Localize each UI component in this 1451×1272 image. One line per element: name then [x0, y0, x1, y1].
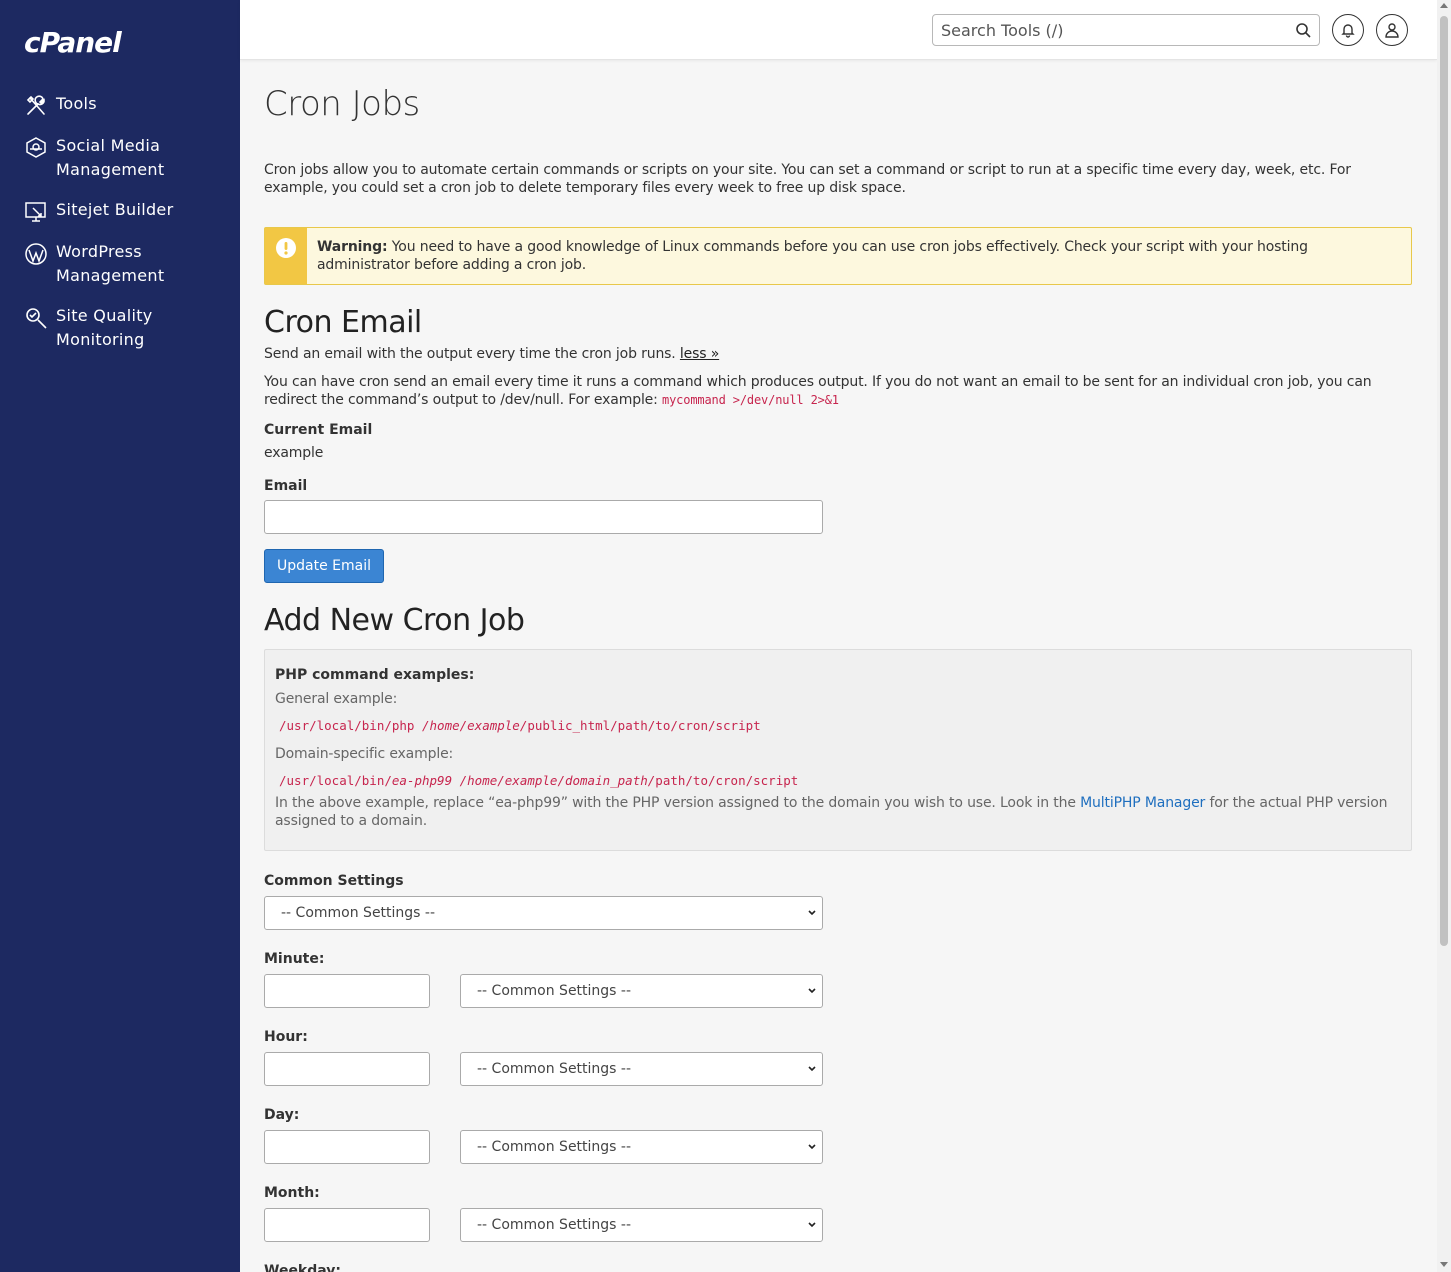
note-text: In the above example, replace “ea-php99”… — [275, 795, 1081, 811]
page-intro: Cron jobs allow you to automate certain … — [264, 162, 1351, 196]
code-segment: /usr/local/bin/php — [279, 718, 422, 733]
redirect-example-code: mycommand >/dev/null 2>&1 — [662, 393, 839, 407]
sitejet-icon — [25, 202, 46, 222]
chevron-down-icon — [808, 1144, 816, 1150]
user-icon — [1385, 23, 1399, 38]
minute-input[interactable] — [264, 974, 430, 1008]
sidebar: cPanel Tools Social Media Management Sit… — [0, 0, 240, 1272]
domain-example-label: Domain-specific example: — [275, 746, 454, 762]
minute-row: -- Common Settings -- — [264, 974, 1412, 1008]
cron-email-long-desc: You can have cron send an email every ti… — [264, 373, 1412, 409]
exclamation-icon — [276, 238, 296, 258]
page-scrollbar[interactable] — [1437, 0, 1451, 1272]
php-examples-panel: PHP command examples: General example: /… — [264, 649, 1412, 851]
day-common-select[interactable]: -- Common Settings -- — [460, 1130, 823, 1164]
cpanel-logo[interactable]: cPanel — [24, 26, 122, 59]
scroll-down-arrow-icon[interactable] — [1440, 1262, 1448, 1267]
common-settings-label: Common Settings — [264, 873, 404, 889]
sidebar-item-label: Sitejet Builder — [56, 200, 174, 219]
magnifier-icon — [26, 308, 47, 329]
common-settings-select[interactable]: -- Common Settings -- — [264, 896, 823, 930]
search-box — [932, 14, 1320, 46]
wordpress-icon — [25, 243, 47, 265]
day-input[interactable] — [264, 1130, 430, 1164]
sidebar-item-site-quality[interactable]: Site Quality Monitoring — [0, 304, 240, 352]
notifications-button[interactable] — [1332, 14, 1364, 46]
hour-input[interactable] — [264, 1052, 430, 1086]
sidebar-nav: Tools Social Media Management Sitejet Bu… — [0, 92, 240, 368]
month-common-select[interactable]: -- Common Settings -- — [460, 1208, 823, 1242]
current-email-label: Current Email — [264, 422, 373, 438]
sidebar-item-social-media[interactable]: Social Media Management — [0, 134, 240, 182]
month-row: -- Common Settings -- — [264, 1208, 1412, 1242]
email-label: Email — [264, 478, 308, 494]
select-value: -- Common Settings -- — [281, 905, 436, 921]
select-value: -- Common Settings -- — [477, 1061, 632, 1077]
php-examples-label: PHP command examples: — [275, 667, 475, 683]
search-input[interactable] — [933, 15, 1273, 45]
scroll-thumb[interactable] — [1440, 16, 1448, 946]
update-email-button[interactable]: Update Email — [264, 549, 384, 583]
social-media-icon — [26, 137, 46, 158]
user-menu-button[interactable] — [1376, 14, 1408, 46]
select-value: -- Common Settings -- — [477, 1217, 632, 1233]
hour-row: -- Common Settings -- — [264, 1052, 1412, 1086]
sidebar-item-label: Social Media Management — [56, 136, 165, 179]
day-row: -- Common Settings -- — [264, 1130, 1412, 1164]
code-segment: /home/example/ — [422, 718, 528, 733]
sidebar-item-sitejet[interactable]: Sitejet Builder — [0, 198, 240, 224]
general-example-code: /usr/local/bin/php /home/example/public_… — [275, 708, 1401, 745]
warning-message: Warning: You need to have a good knowled… — [307, 228, 1411, 284]
month-label: Month: — [264, 1185, 320, 1201]
sidebar-item-label: WordPress Management — [56, 242, 165, 285]
hour-common-select[interactable]: -- Common Settings -- — [460, 1052, 823, 1086]
code-segment: public_html/path/to/cron/script — [527, 718, 761, 733]
multiphp-manager-link[interactable]: MultiPHP Manager — [1080, 795, 1205, 811]
cron-email-desc: Send an email with the output every time… — [264, 345, 1412, 363]
hour-label: Hour: — [264, 1029, 308, 1045]
day-label: Day: — [264, 1107, 300, 1123]
weekday-label: Weekday: — [264, 1263, 342, 1272]
domain-example-code: /usr/local/bin/ea-php99 /home/example/do… — [275, 763, 1401, 794]
sidebar-item-label: Site Quality Monitoring — [56, 306, 153, 349]
minute-label: Minute: — [264, 951, 325, 967]
cron-email-heading: Cron Email — [264, 305, 422, 340]
email-field[interactable] — [264, 500, 823, 534]
month-input[interactable] — [264, 1208, 430, 1242]
cron-email-summary: Send an email with the output every time… — [264, 346, 680, 362]
bell-icon — [1341, 24, 1355, 38]
chevron-down-icon — [808, 910, 816, 916]
sidebar-item-tools[interactable]: Tools — [0, 92, 240, 118]
sidebar-item-label: Tools — [56, 94, 97, 113]
page-title: Cron Jobs — [264, 84, 420, 124]
main-content: Cron Jobs Cron jobs allow you to automat… — [264, 60, 1412, 1272]
warning-callout: Warning: You need to have a good knowled… — [264, 227, 1412, 285]
php-version-note: In the above example, replace “ea-php99”… — [275, 794, 1401, 830]
sidebar-item-wordpress[interactable]: WordPress Management — [0, 240, 240, 288]
minute-common-select[interactable]: -- Common Settings -- — [460, 974, 823, 1008]
chevron-down-icon — [808, 988, 816, 994]
warning-body: You need to have a good knowledge of Lin… — [317, 239, 1308, 273]
chevron-down-icon — [808, 1222, 816, 1228]
warning-icon-bar — [265, 228, 307, 284]
code-segment: /usr/local/bin/ — [279, 773, 392, 788]
select-value: -- Common Settings -- — [477, 983, 632, 999]
top-header — [240, 0, 1437, 60]
code-segment: ea-php99 /home/example/domain_path/ — [391, 773, 656, 788]
tools-icon — [26, 95, 45, 115]
less-link[interactable]: less » — [680, 346, 719, 362]
current-email-value: example — [264, 445, 324, 461]
general-example-label: General example: — [275, 691, 398, 707]
select-value: -- Common Settings -- — [477, 1139, 632, 1155]
search-icon[interactable] — [1295, 22, 1311, 38]
add-cron-heading: Add New Cron Job — [264, 603, 525, 638]
scroll-up-arrow-icon[interactable] — [1440, 3, 1448, 8]
chevron-down-icon — [808, 1066, 816, 1072]
warning-label: Warning: — [317, 239, 388, 255]
code-segment: path/to/cron/script — [655, 773, 799, 788]
